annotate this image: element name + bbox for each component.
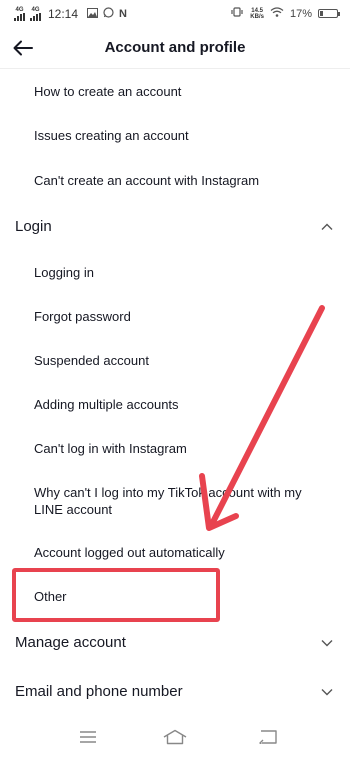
help-item-issues-creating-account[interactable]: Issues creating an account [34, 127, 324, 144]
help-item-cant-login-instagram[interactable]: Can't log in with Instagram [34, 440, 324, 457]
system-nav-bar [0, 718, 350, 758]
status-right: 14.5 KB/s 17% [230, 7, 340, 20]
section-manage-account-label: Manage account [15, 634, 126, 651]
wifi-icon [270, 7, 284, 20]
speed-value: 14.5 [251, 7, 263, 14]
battery-percent: 17% [289, 7, 312, 20]
home-icon [163, 729, 187, 745]
back-nav-icon [259, 730, 277, 744]
section-login[interactable]: Login [0, 208, 350, 246]
section-manage-account[interactable]: Manage account [0, 624, 350, 662]
chevron-down-icon [321, 640, 333, 647]
menu-icon [80, 731, 96, 743]
help-item-forgot-password[interactable]: Forgot password [34, 308, 324, 325]
help-item-how-to-create-account[interactable]: How to create an account [34, 83, 324, 100]
help-item-logged-out-automatically[interactable]: Account logged out automatically [34, 544, 324, 561]
section-login-label: Login [15, 218, 52, 235]
section-email-phone[interactable]: Email and phone number [0, 673, 350, 711]
help-item-adding-multiple-accounts[interactable]: Adding multiple accounts [34, 396, 324, 413]
battery-icon [318, 9, 340, 18]
chevron-down-icon [321, 689, 333, 696]
clock: 12:14 [48, 7, 79, 21]
app-notification-icon: N [119, 8, 127, 20]
help-item-cant-login-line[interactable]: Why can't I log into my TikTok account w… [34, 484, 329, 518]
status-left: 4G 4G 12:14 N [14, 7, 127, 21]
sim1-signal-icon: 4G [14, 7, 25, 21]
home-button[interactable] [162, 726, 188, 748]
speed-unit: KB/s [250, 13, 264, 20]
menu-button[interactable] [75, 726, 101, 748]
whatsapp-icon [103, 7, 114, 21]
status-bar: 4G 4G 12:14 N 14.5 KB/s 17% [0, 0, 350, 28]
vibrate-icon [230, 7, 244, 20]
network-speed: 14.5 KB/s [250, 8, 264, 20]
back-nav-button[interactable] [254, 726, 280, 748]
header: Account and profile [0, 28, 350, 69]
chevron-up-icon [321, 223, 333, 230]
annotation-highlight-box [12, 568, 220, 622]
gallery-icon [87, 7, 99, 21]
sim2-signal-icon: 4G [30, 7, 41, 21]
help-item-logging-in[interactable]: Logging in [34, 264, 324, 281]
help-item-suspended-account[interactable]: Suspended account [34, 352, 324, 369]
section-email-phone-label: Email and phone number [15, 683, 183, 700]
help-item-cant-create-with-instagram[interactable]: Can't create an account with Instagram [34, 172, 324, 189]
page-title: Account and profile [104, 39, 246, 56]
